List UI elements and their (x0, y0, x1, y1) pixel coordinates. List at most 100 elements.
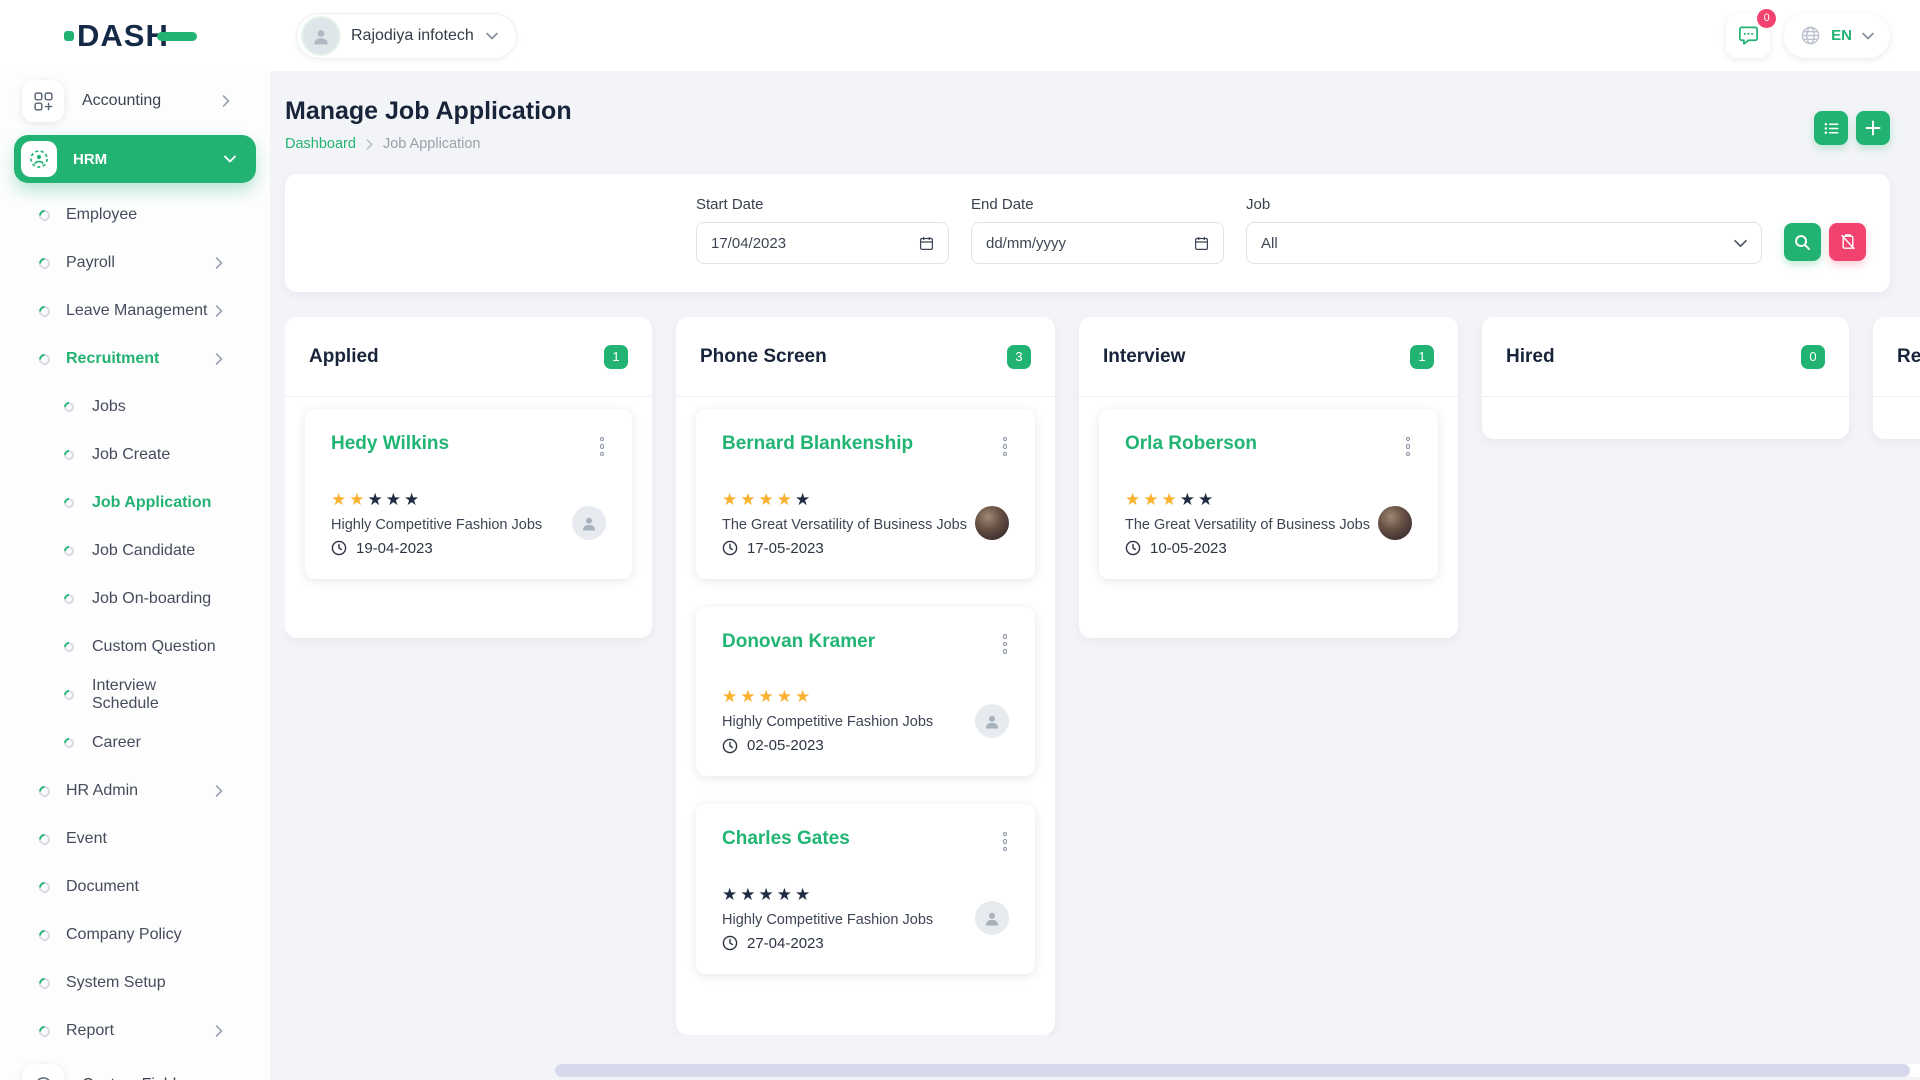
scrollbar-thumb[interactable] (555, 1064, 1910, 1077)
sidebar-item-report[interactable]: Report (0, 1007, 270, 1055)
end-date-value: dd/mm/yyyy (986, 235, 1066, 252)
start-date-label: Start Date (696, 196, 949, 213)
card-menu-kebab-icon[interactable] (1404, 433, 1413, 460)
breadcrumb-dashboard[interactable]: Dashboard (285, 136, 356, 152)
bullet-ring-icon (37, 831, 53, 847)
app-logo[interactable]: DASH (0, 18, 270, 54)
card-menu-kebab-icon[interactable] (1001, 828, 1010, 855)
messages-button[interactable]: 0 (1726, 14, 1770, 58)
star-empty-icon: ★ (386, 490, 404, 509)
logo-dash-icon (157, 32, 197, 41)
globe-icon (1800, 25, 1821, 46)
card-menu-kebab-icon[interactable] (598, 433, 607, 460)
sidebar-item-recruitment[interactable]: Recruitment (0, 335, 270, 383)
sidebar-item-label: Jobs (92, 398, 223, 416)
column-header: Rejected (1873, 317, 1920, 397)
end-date-input[interactable]: dd/mm/yyyy (971, 222, 1224, 264)
sidebar-item-leave-management[interactable]: Leave Management (0, 287, 270, 335)
sidebar-item-label: System Setup (66, 974, 223, 992)
circle-icon (22, 1064, 64, 1080)
clock-icon (331, 540, 347, 556)
application-card-bernard-blankenship[interactable]: Bernard Blankenship★★★★★The Great Versat… (696, 409, 1035, 579)
sidebar-item-label: Report (66, 1022, 215, 1040)
sidebar-item-payroll[interactable]: Payroll (0, 239, 270, 287)
card-menu-kebab-icon[interactable] (1001, 631, 1010, 658)
kanban-column-hired: Hired0 (1482, 317, 1849, 439)
sidebar-item-accounting[interactable]: Accounting (0, 71, 270, 131)
star-empty-icon: ★ (722, 885, 740, 904)
language-code: EN (1831, 27, 1852, 44)
person-icon (983, 712, 1001, 730)
company-selector[interactable]: Rajodiya infotech (296, 13, 517, 59)
chevron-right-icon (215, 353, 223, 365)
sidebar-item-career[interactable]: Career (0, 719, 270, 767)
candidate-avatar (1378, 506, 1412, 540)
sidebar-item-interview-schedule[interactable]: Interview Schedule (0, 671, 270, 719)
candidate-name-link[interactable]: Bernard Blankenship (722, 433, 913, 455)
candidate-name-link[interactable]: Charles Gates (722, 828, 850, 850)
reset-filter-button[interactable] (1829, 223, 1866, 261)
candidate-name-link[interactable]: Orla Roberson (1125, 433, 1257, 455)
application-card-charles-gates[interactable]: Charles Gates★★★★★Highly Competitive Fas… (696, 804, 1035, 974)
sidebar-item-employee[interactable]: Employee (0, 191, 270, 239)
sidebar-item-label: Employee (66, 206, 223, 224)
application-card-orla-roberson[interactable]: Orla Roberson★★★★★The Great Versatility … (1099, 409, 1438, 579)
column-title: Hired (1506, 346, 1555, 368)
bullet-ring-icon (37, 975, 53, 991)
sidebar-item-job-candidate[interactable]: Job Candidate (0, 527, 270, 575)
sidebar-item-company-policy[interactable]: Company Policy (0, 911, 270, 959)
clock-icon (722, 738, 738, 754)
sidebar-item-label: Custom Field (82, 1076, 230, 1080)
start-date-input[interactable]: 17/04/2023 (696, 222, 949, 264)
sidebar-item-custom-question[interactable]: Custom Question (0, 623, 270, 671)
bullet-ring-icon (62, 544, 76, 558)
job-title: Highly Competitive Fashion Jobs (722, 714, 933, 730)
sidebar-item-event[interactable]: Event (0, 815, 270, 863)
column-header: Applied1 (285, 317, 652, 397)
sidebar-item-document[interactable]: Document (0, 863, 270, 911)
start-date-value: 17/04/2023 (711, 235, 786, 252)
candidate-avatar (975, 704, 1009, 738)
clock-icon (722, 540, 738, 556)
add-application-button[interactable] (1856, 111, 1890, 145)
sidebar-item-job-application[interactable]: Job Application (0, 479, 270, 527)
sidebar-item-custom-field[interactable]: Custom Field (0, 1055, 270, 1080)
chevron-right-icon (215, 785, 223, 797)
sidebar-item-hr-admin[interactable]: HR Admin (0, 767, 270, 815)
sidebar-item-system-setup[interactable]: System Setup (0, 959, 270, 1007)
card-menu-kebab-icon[interactable] (1001, 433, 1010, 460)
bullet-ring-icon (62, 688, 76, 702)
sidebar-item-label: Career (92, 734, 223, 752)
messages-badge: 0 (1757, 9, 1776, 28)
job-filter-group: Job All (1246, 196, 1762, 264)
sidebar-item-job-create[interactable]: Job Create (0, 431, 270, 479)
apply-filter-button[interactable] (1784, 223, 1821, 261)
job-select[interactable]: All (1246, 222, 1762, 264)
sidebar-item-label: Job Candidate (92, 542, 223, 560)
bullet-ring-icon (37, 927, 53, 943)
list-view-button[interactable] (1814, 111, 1848, 145)
sidebar-item-jobs[interactable]: Jobs (0, 383, 270, 431)
sidebar-item-job-on-boarding[interactable]: Job On-boarding (0, 575, 270, 623)
application-card-hedy-wilkins[interactable]: Hedy Wilkins★★★★★Highly Competitive Fash… (305, 409, 632, 579)
list-icon (1823, 120, 1840, 137)
column-count-badge: 1 (604, 345, 628, 369)
breadcrumb: Dashboard Job Application (285, 136, 572, 152)
language-selector[interactable]: EN (1784, 14, 1890, 58)
candidate-name-link[interactable]: Donovan Kramer (722, 631, 875, 653)
star-empty-icon: ★ (1180, 490, 1198, 509)
candidate-name-link[interactable]: Hedy Wilkins (331, 433, 449, 455)
bullet-ring-icon (37, 303, 53, 319)
search-icon (1794, 234, 1811, 251)
main-content: Manage Job Application Dashboard Job App… (270, 71, 1920, 1080)
sidebar-item-label: Accounting (82, 92, 204, 110)
application-card-donovan-kramer[interactable]: Donovan Kramer★★★★★Highly Competitive Fa… (696, 607, 1035, 777)
sidebar-item-hrm[interactable]: HRM (14, 135, 256, 183)
column-body: Orla Roberson★★★★★The Great Versatility … (1079, 397, 1458, 638)
star-empty-icon: ★ (404, 490, 422, 509)
clock-icon (1125, 540, 1141, 556)
chevron-right-icon (366, 139, 373, 150)
logo-dot-icon (64, 31, 74, 41)
application-date: 10-05-2023 (1125, 540, 1370, 557)
star-filled-icon: ★ (1162, 490, 1180, 509)
